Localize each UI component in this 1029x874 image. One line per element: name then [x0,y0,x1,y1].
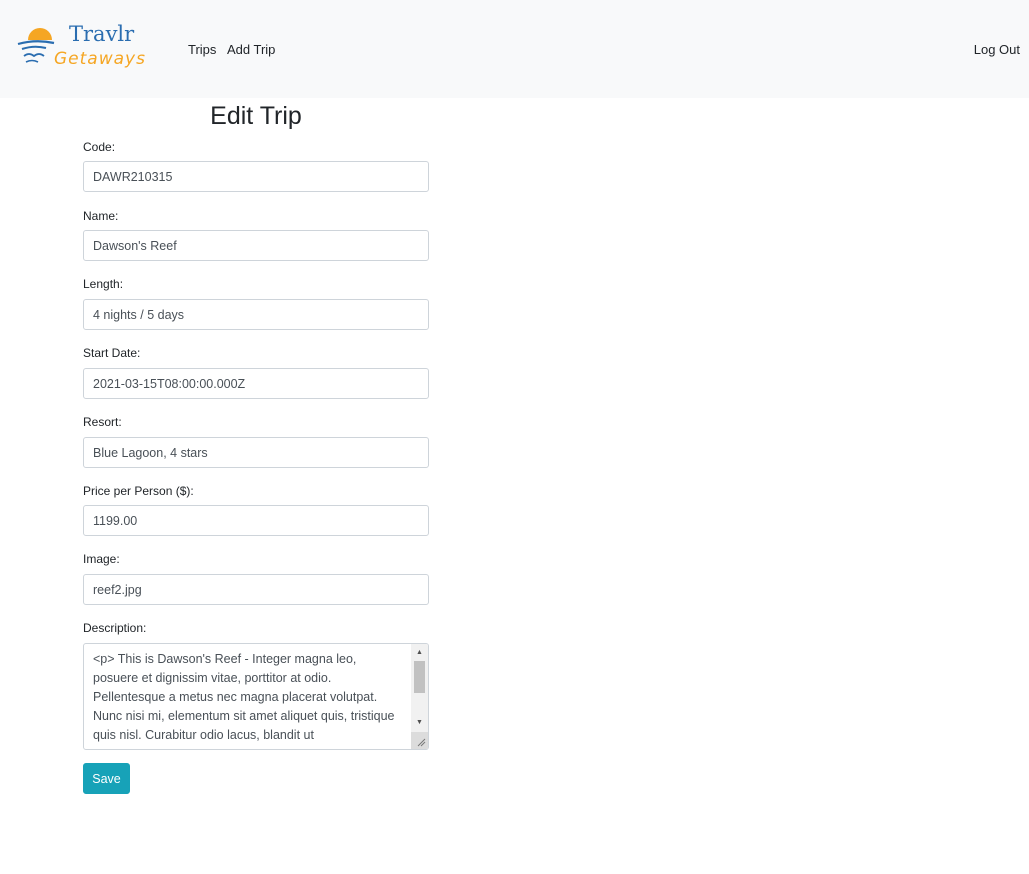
start-date-input[interactable] [83,368,429,399]
travlr-getaways-logo[interactable]: Travlr Getaways [16,20,164,72]
description-label: Description: [83,621,147,635]
resort-label: Resort: [83,415,122,429]
code-input[interactable] [83,161,429,192]
resize-grip-icon[interactable] [411,732,428,749]
top-navbar: Travlr Getaways Trips Add Trip Log Out [0,0,1029,98]
resort-input[interactable] [83,437,429,468]
length-input[interactable] [83,299,429,330]
save-button[interactable]: Save [83,763,130,794]
description-textarea[interactable]: <p> This is Dawson's Reef - Integer magn… [84,644,412,749]
code-label: Code: [83,140,116,154]
logo-text-top: Travlr [69,22,135,46]
scroll-down-arrow-icon[interactable]: ▼ [411,716,428,730]
image-input[interactable] [83,574,429,605]
image-label: Image: [83,552,120,566]
scrollbar-thumb[interactable] [414,661,425,693]
start-date-label: Start Date: [83,346,141,360]
price-per-person-label: Price per Person ($): [83,484,194,498]
name-input[interactable] [83,230,429,261]
scroll-up-arrow-icon[interactable]: ▲ [411,646,428,660]
nav-link-add-trip[interactable]: Add Trip [227,41,275,59]
price-per-person-input[interactable] [83,505,429,536]
name-label: Name: [83,209,119,223]
length-label: Length: [83,277,124,291]
nav-link-trips[interactable]: Trips [188,41,216,59]
description-field: <p> This is Dawson's Reef - Integer magn… [83,643,429,750]
log-out-link[interactable]: Log Out [974,41,1020,59]
page-title: Edit Trip [210,102,302,130]
logo-text-bottom: Getaways [54,49,146,69]
